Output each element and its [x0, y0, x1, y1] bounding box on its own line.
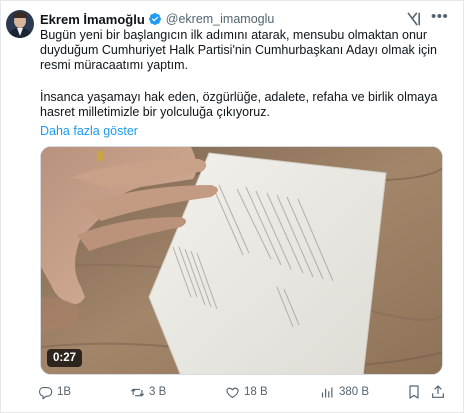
- video-thumbnail: [41, 147, 442, 374]
- video-player[interactable]: 0:27: [40, 146, 443, 375]
- show-more-link[interactable]: Daha fazla göster: [40, 124, 138, 139]
- tweet-text-line: hasret milletimizle bir yolculuğa çıkıyo…: [40, 105, 270, 119]
- like-count: 18 B: [244, 386, 268, 398]
- tweet-text-line: duyduğum Cumhuriyet Halk Partisi'nin Cum…: [40, 43, 438, 57]
- tweet-text-line: İnsanca yaşamayı hak eden, özgürlüğe, ad…: [40, 90, 438, 104]
- tweet-text-line: Bugün yeni bir başlangıcın ilk adımını a…: [40, 28, 428, 42]
- avatar[interactable]: [6, 10, 34, 38]
- tweet-card[interactable]: Ekrem İmamoğlu @ekrem_imamoglu ••• Bugün…: [0, 0, 464, 413]
- share-icon[interactable]: [430, 384, 446, 400]
- reply-icon: [39, 386, 53, 399]
- tweet-text-line: resmi müracaatımı yaptım.: [40, 58, 188, 72]
- views-icon: [321, 387, 333, 397]
- video-duration: 0:27: [47, 349, 83, 367]
- repost-button[interactable]: 3 B: [130, 384, 166, 400]
- verified-badge-icon[interactable]: [148, 12, 162, 26]
- repost-icon: [130, 388, 145, 396]
- repost-count: 3 B: [149, 386, 167, 398]
- reply-count: 1B: [57, 386, 72, 398]
- reply-button[interactable]: 1B: [38, 384, 71, 400]
- author-handle[interactable]: @ekrem_imamoglu: [166, 12, 275, 26]
- bookmark-icon[interactable]: [406, 384, 422, 400]
- author-name[interactable]: Ekrem İmamoğlu: [40, 12, 145, 27]
- grok-icon[interactable]: [406, 11, 422, 27]
- heart-icon: [226, 387, 239, 398]
- views-count: 380 B: [339, 386, 370, 398]
- more-icon[interactable]: •••: [431, 9, 451, 26]
- like-button[interactable]: 18 B: [225, 384, 268, 400]
- tweet-actions: 1B 3 B 18 B 380 B: [38, 384, 446, 400]
- tweet-header: Ekrem İmamoğlu @ekrem_imamoglu: [40, 10, 274, 28]
- views-button[interactable]: 380 B: [320, 384, 369, 400]
